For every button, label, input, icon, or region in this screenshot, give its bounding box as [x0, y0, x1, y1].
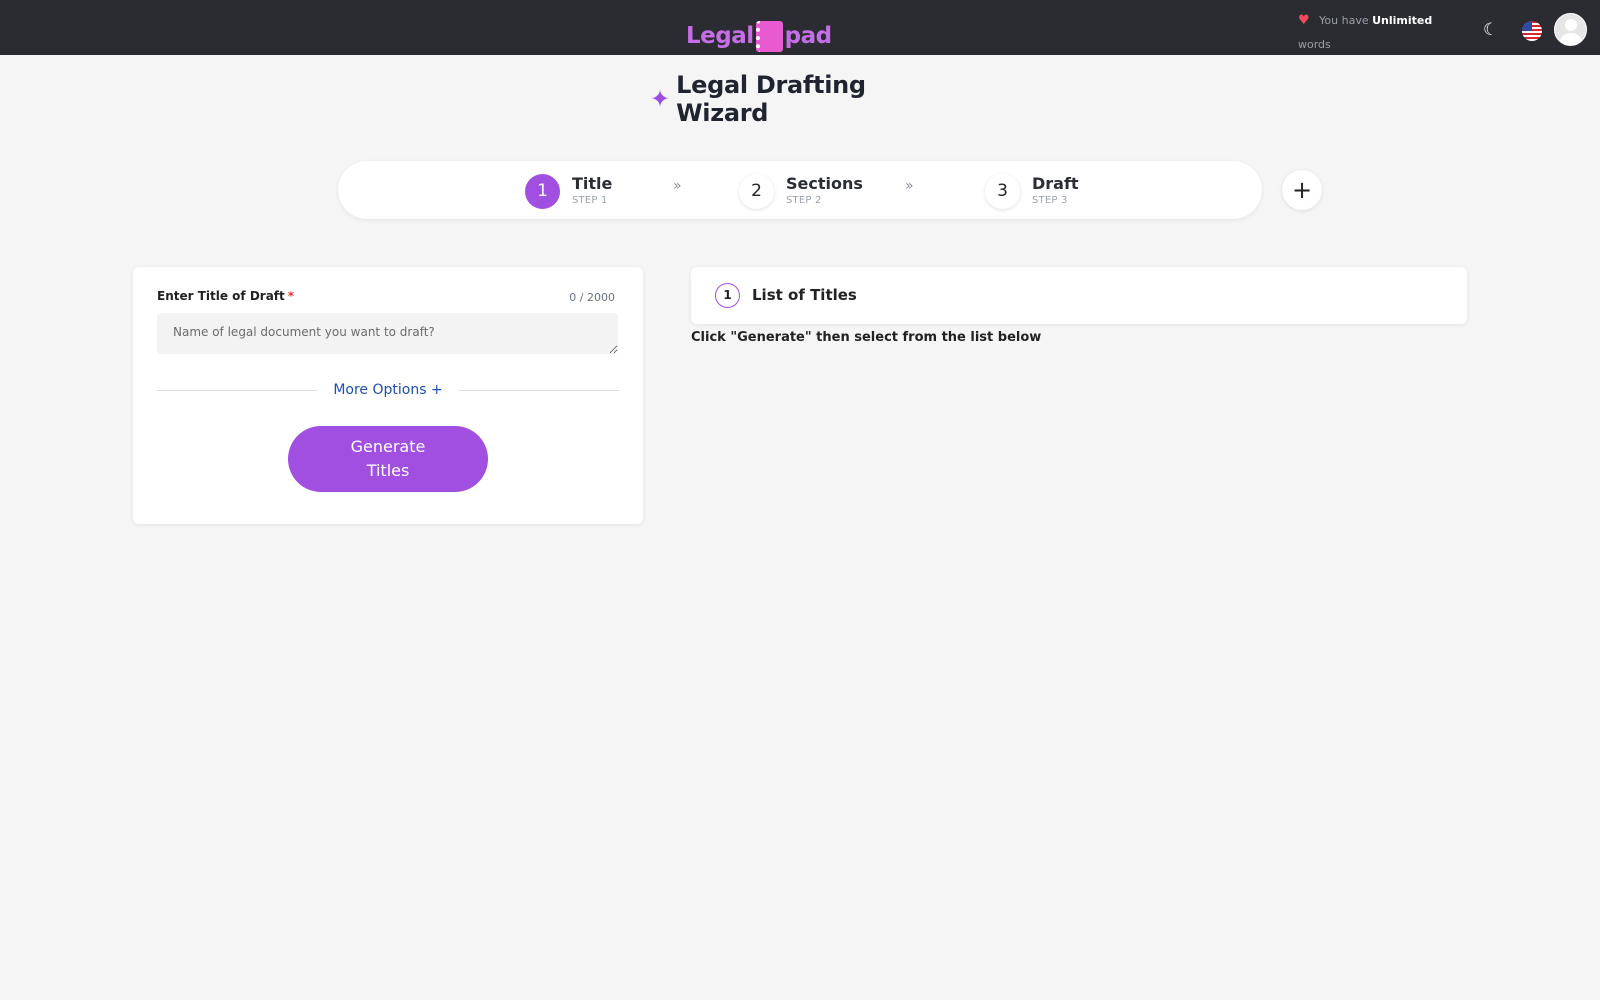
title-form-card: Enter Title of Draft* 0 / 2000 More Opti…: [133, 267, 643, 524]
step-number: 1: [525, 173, 560, 209]
generate-titles-button[interactable]: Generate Titles: [288, 426, 488, 492]
step-title[interactable]: 1 Title STEP 1: [525, 171, 612, 211]
step-name: Sections: [786, 174, 863, 193]
sparkle-icon: ✦: [650, 85, 671, 113]
char-counter: 0 / 2000: [569, 291, 615, 304]
words-quota: ♥ You have Unlimited words: [1298, 9, 1458, 57]
heart-icon: ♥: [1298, 13, 1310, 28]
words-suffix: words: [1298, 38, 1331, 51]
draft-title-input[interactable]: [157, 313, 618, 354]
step-sub: STEP 3: [1032, 195, 1068, 206]
page-title-text: Legal Drafting Wizard: [676, 71, 866, 127]
legalpad-logo[interactable]: Legal pad: [686, 20, 832, 52]
add-step-button[interactable]: +: [1282, 170, 1322, 210]
chevrons-right-icon: »: [673, 178, 682, 194]
step-draft[interactable]: 3 Draft STEP 3: [985, 171, 1079, 211]
generate-hint-text: Click "Generate" then select from the li…: [691, 330, 1042, 345]
words-prefix: You have: [1319, 14, 1369, 27]
user-avatar[interactable]: [1554, 13, 1587, 46]
dark-mode-toggle-icon[interactable]: ☾: [1483, 20, 1503, 40]
wizard-stepper: 1 Title STEP 1 2 Sections STEP 2 3 Draft…: [338, 161, 1262, 219]
top-navbar: Legal pad ♥ You have Unlimited words ☾: [0, 0, 1600, 55]
list-step-badge: 1: [715, 283, 740, 308]
title-field-label-text: Enter Title of Draft: [157, 289, 285, 303]
list-of-titles-heading: List of Titles: [752, 286, 857, 304]
list-of-titles-card: 1 List of Titles: [691, 267, 1467, 324]
more-options-divider: More Options +: [157, 380, 619, 400]
title-field-label: Enter Title of Draft *: [157, 289, 294, 303]
more-options-link[interactable]: More Options +: [327, 380, 449, 400]
step-number: 3: [985, 173, 1020, 209]
divider-line: [157, 390, 317, 391]
step-number: 2: [739, 173, 774, 209]
page-title: ✦ Legal Drafting Wizard: [650, 71, 960, 127]
required-mark: *: [287, 289, 295, 303]
step-sub: STEP 1: [572, 195, 608, 206]
step-sub: STEP 2: [786, 195, 822, 206]
words-value: Unlimited: [1372, 14, 1433, 27]
step-name: Draft: [1032, 174, 1079, 193]
step-name: Title: [572, 174, 613, 193]
us-flag-language-icon[interactable]: [1522, 21, 1542, 41]
notepad-icon: [755, 20, 783, 52]
logo-text-left: Legal: [686, 23, 754, 49]
step-sections[interactable]: 2 Sections STEP 2: [739, 171, 863, 211]
logo-text-right: pad: [784, 23, 832, 49]
chevrons-right-icon: »: [905, 178, 914, 194]
divider-line: [459, 390, 619, 391]
